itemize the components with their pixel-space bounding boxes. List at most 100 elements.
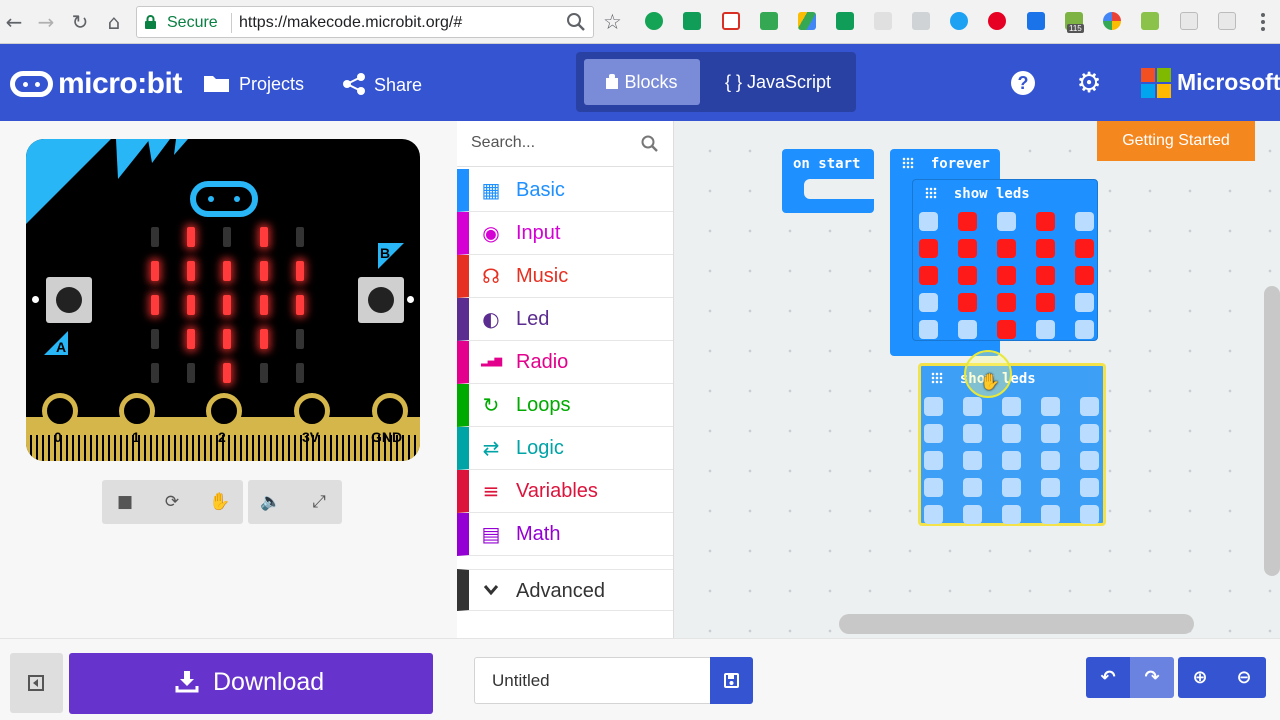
- category-math[interactable]: ▤ Math: [457, 513, 673, 556]
- zoom-out-button[interactable]: ⊖: [1222, 657, 1266, 698]
- projects-button[interactable]: Projects: [203, 72, 304, 96]
- gmail-extension-icon[interactable]: [722, 12, 740, 30]
- twitter-extension-icon[interactable]: [950, 12, 968, 30]
- category-radio[interactable]: ▂▄▆ Radio: [457, 341, 673, 384]
- led-cell-on[interactable]: [997, 320, 1016, 339]
- led-cell-off[interactable]: [924, 505, 943, 524]
- accessibility-extension-icon[interactable]: [912, 12, 930, 30]
- led-cell-on[interactable]: [919, 239, 938, 258]
- led-cell-off[interactable]: [963, 478, 982, 497]
- bookmark-star-icon[interactable]: ☆: [603, 10, 622, 34]
- led-cell-off[interactable]: [1002, 397, 1021, 416]
- chat-extension-icon[interactable]: [1141, 12, 1159, 30]
- led-cell-off[interactable]: [919, 293, 938, 312]
- led-cell-on[interactable]: [1036, 266, 1055, 285]
- redo-button[interactable]: ↷: [1130, 657, 1174, 698]
- search-icon[interactable]: [640, 134, 660, 154]
- led-cell-off[interactable]: [1041, 505, 1060, 524]
- color-wheel-extension-icon[interactable]: [1103, 12, 1121, 30]
- collapse-simulator-button[interactable]: [10, 653, 63, 713]
- back-arrow-icon[interactable]: ←: [0, 8, 28, 36]
- pin-0[interactable]: [42, 393, 78, 429]
- reload-icon[interactable]: ↻: [66, 8, 94, 36]
- drive-extension-icon[interactable]: [798, 12, 816, 30]
- led-cell-off[interactable]: [924, 397, 943, 416]
- search-icon[interactable]: [565, 11, 587, 33]
- led-cell-off[interactable]: [1041, 397, 1060, 416]
- help-icon[interactable]: ?: [1011, 71, 1035, 95]
- led-cell-off[interactable]: [1002, 478, 1021, 497]
- led-cell-on[interactable]: [997, 239, 1016, 258]
- print-extension-icon[interactable]: [836, 12, 854, 30]
- pin-3[interactable]: [294, 393, 330, 429]
- led-cell-on[interactable]: [1075, 239, 1094, 258]
- undo-button[interactable]: ↶: [1086, 657, 1130, 698]
- led-cell-off[interactable]: [1002, 505, 1021, 524]
- led-cell-off[interactable]: [924, 424, 943, 443]
- led-cell-on[interactable]: [997, 293, 1016, 312]
- led-cell-off[interactable]: [963, 424, 982, 443]
- led-cell-on[interactable]: [958, 239, 977, 258]
- led-cell-on[interactable]: [919, 266, 938, 285]
- horizontal-scrollbar[interactable]: [839, 614, 1194, 634]
- led-cell-on[interactable]: [1036, 212, 1055, 231]
- led-cell-off[interactable]: [963, 505, 982, 524]
- pdf-extension-icon[interactable]: [1180, 12, 1198, 30]
- sheets-extension-icon[interactable]: [760, 12, 778, 30]
- share-button[interactable]: Share: [342, 72, 422, 96]
- led-cell-off[interactable]: [1080, 505, 1099, 524]
- acrobat-extension-icon[interactable]: [1218, 12, 1236, 30]
- show-leds-block-1[interactable]: show leds: [912, 179, 1098, 341]
- led-cell-off[interactable]: [963, 451, 982, 470]
- category-variables[interactable]: ≡ Variables: [457, 470, 673, 513]
- stop-icon[interactable]: ■: [114, 491, 136, 513]
- led-cell-on[interactable]: [997, 266, 1016, 285]
- led-cell-off[interactable]: [1075, 212, 1094, 231]
- led-cell-off[interactable]: [1080, 424, 1099, 443]
- slow-mo-icon[interactable]: ✋: [209, 491, 231, 513]
- search-input[interactable]: [471, 129, 621, 157]
- category-basic[interactable]: ▦ Basic: [457, 169, 673, 212]
- led-cell-off[interactable]: [924, 451, 943, 470]
- led-cell-on[interactable]: [958, 293, 977, 312]
- category-logic[interactable]: ⇄ Logic: [457, 427, 673, 470]
- project-name-input[interactable]: [474, 657, 710, 704]
- restart-icon[interactable]: ⟳: [161, 491, 183, 513]
- getting-started-button[interactable]: Getting Started: [1097, 121, 1255, 161]
- led-cell-off[interactable]: [1080, 478, 1099, 497]
- category-advanced[interactable]: Advanced: [457, 569, 673, 611]
- led-cell-off[interactable]: [963, 397, 982, 416]
- button-a[interactable]: [46, 277, 92, 323]
- vertical-scrollbar[interactable]: [1264, 286, 1280, 576]
- blocks-workspace[interactable]: Getting Started on start forever show le…: [674, 121, 1280, 638]
- category-loops[interactable]: ↻ Loops: [457, 384, 673, 427]
- clipboard-extension-icon[interactable]: 115: [1065, 12, 1084, 33]
- download-button[interactable]: Download: [69, 653, 433, 714]
- microsoft-logo-icon[interactable]: [1141, 68, 1171, 98]
- category-led[interactable]: ◐ Led: [457, 298, 673, 341]
- led-cell-off[interactable]: [919, 320, 938, 339]
- forward-arrow-icon[interactable]: →: [32, 8, 60, 36]
- microsoft-label[interactable]: Microsoft: [1177, 69, 1280, 96]
- led-cell-off[interactable]: [1041, 478, 1060, 497]
- save-button[interactable]: [710, 657, 753, 704]
- led-cell-off[interactable]: [997, 212, 1016, 231]
- show-leds-block-2[interactable]: show leds: [918, 363, 1106, 526]
- chrome-menu-icon[interactable]: [1260, 10, 1266, 34]
- led-cell-off[interactable]: [1002, 451, 1021, 470]
- led-cell-off[interactable]: [1036, 320, 1055, 339]
- category-input[interactable]: ◉ Input: [457, 212, 673, 255]
- led-cell-off[interactable]: [1002, 424, 1021, 443]
- volume-icon[interactable]: 🔈: [260, 491, 282, 513]
- led-cell-on[interactable]: [1036, 293, 1055, 312]
- category-music[interactable]: ☊ Music: [457, 255, 673, 298]
- led-cell-off[interactable]: [1075, 320, 1094, 339]
- led-cell-on[interactable]: [958, 266, 977, 285]
- led-cell-off[interactable]: [1041, 424, 1060, 443]
- window-extension-icon[interactable]: [874, 12, 892, 30]
- pin-2[interactable]: [206, 393, 242, 429]
- fullscreen-icon[interactable]: ⤢: [308, 491, 330, 513]
- on-start-block[interactable]: on start: [782, 149, 874, 213]
- pin-1[interactable]: [119, 393, 155, 429]
- led-cell-on[interactable]: [958, 212, 977, 231]
